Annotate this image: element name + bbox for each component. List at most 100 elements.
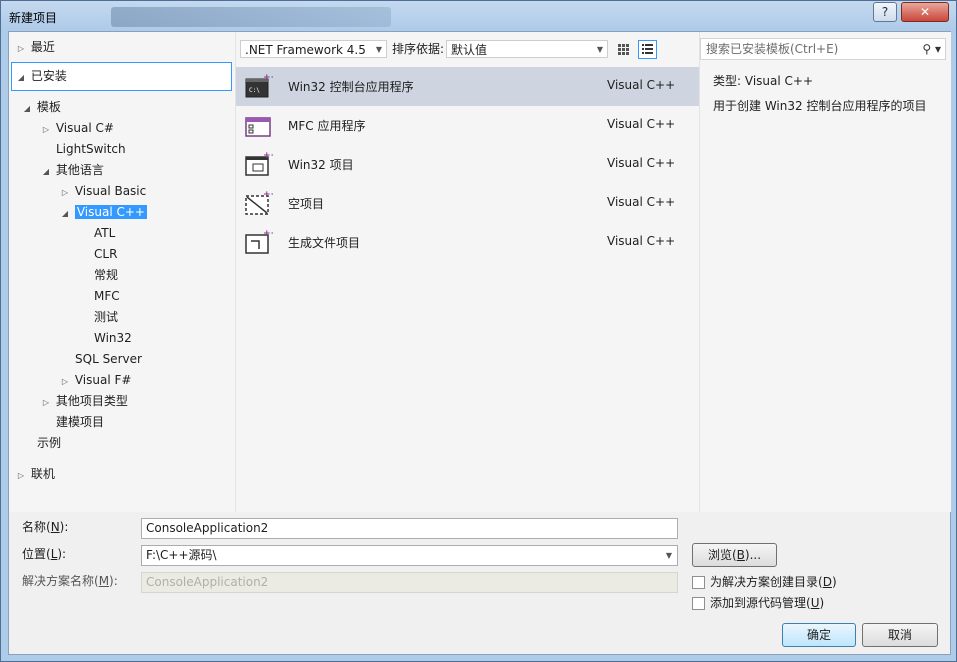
svg-text:++: ++ <box>263 229 273 239</box>
collapse-icon: ◢ <box>42 167 50 176</box>
close-button[interactable]: ✕ <box>901 2 949 22</box>
tree-item-samples[interactable]: 示例 <box>37 433 61 453</box>
svg-text:++: ++ <box>263 73 273 83</box>
tree-label: SQL Server <box>75 352 142 366</box>
tree-label-selected: Visual C++ <box>74 205 147 219</box>
collapse-icon: ◢ <box>23 104 31 113</box>
svg-text:++: ++ <box>263 190 273 200</box>
template-tree: ▷ 最近 ◢ 已安装 ◢ 模板 ▷ Visual C# LightSwitch … <box>9 32 235 512</box>
location-value: F:\C++源码\ <box>146 548 217 562</box>
tree-item-templates[interactable]: ◢ 模板 <box>21 97 61 117</box>
tree-item-visual-fsharp[interactable]: ▷ Visual F# <box>59 370 132 390</box>
tree-item-installed[interactable]: ◢ 已安装 <box>11 62 232 91</box>
name-label: 名称(N): <box>22 520 69 534</box>
tree-item-recent[interactable]: ▷ 最近 <box>15 37 55 57</box>
template-row[interactable]: ++ 空项目 Visual C++ <box>236 184 699 223</box>
template-language: Visual C++ <box>607 195 676 209</box>
window-title: 新建项目 <box>9 11 58 25</box>
chevron-down-icon: ▼ <box>375 45 382 54</box>
help-button[interactable]: ? <box>873 2 897 22</box>
win32-project-icon: ++ <box>245 151 273 176</box>
template-row[interactable]: ++ 生成文件项目 Visual C++ <box>236 223 699 262</box>
expand-icon: ▷ <box>17 44 25 53</box>
new-project-dialog: 新建项目 ? ✕ ▷ 最近 ◢ 已安装 ◢ 模板 ▷ Visual C# Lig… <box>0 0 957 662</box>
framework-select[interactable]: .NET Framework 4.5 ▼ <box>240 40 387 58</box>
browse-button[interactable]: 浏览(B)... <box>692 543 777 567</box>
mfc-app-icon <box>245 117 271 137</box>
tree-label: CLR <box>94 247 118 261</box>
tree-item-clr[interactable]: CLR <box>94 244 117 264</box>
template-list-pane: .NET Framework 4.5▼ 排序依据: 默认值▼ C:\++ Win… <box>235 32 699 512</box>
tree-label: 其他语言 <box>55 163 104 177</box>
template-row[interactable]: MFC 应用程序 Visual C++ <box>236 106 699 145</box>
tree-label: 常规 <box>94 268 119 282</box>
project-form: 名称(N): ConsoleApplication2 位置(L): F:\C++… <box>9 513 950 654</box>
tree-item-win32[interactable]: Win32 <box>94 328 132 348</box>
tree-label: 已安装 <box>30 69 67 83</box>
tree-item-other-project-types[interactable]: ▷ 其他项目类型 <box>40 391 128 411</box>
tree-item-lightswitch[interactable]: LightSwitch <box>56 139 126 159</box>
tree-item-sql-server[interactable]: SQL Server <box>75 349 142 369</box>
tree-item-online[interactable]: ▷ 联机 <box>15 464 55 484</box>
grid-view-icon <box>618 44 629 55</box>
expand-icon: ▷ <box>42 398 50 407</box>
checkbox-box <box>692 576 705 589</box>
dialog-content: ▷ 最近 ◢ 已安装 ◢ 模板 ▷ Visual C# LightSwitch … <box>8 31 951 655</box>
console-app-icon: C:\++ <box>245 73 273 98</box>
tree-item-visual-cpp[interactable]: ◢ Visual C++ <box>59 202 147 222</box>
collapse-icon: ◢ <box>61 209 69 218</box>
location-label: 位置(L): <box>22 547 67 561</box>
add-to-source-control-checkbox[interactable]: 添加到源代码管理(U) <box>692 595 824 611</box>
tree-label: LightSwitch <box>56 142 126 156</box>
create-directory-checkbox[interactable]: 为解决方案创建目录(D) <box>692 574 837 590</box>
tree-label: Visual F# <box>74 373 132 387</box>
template-language: Visual C++ <box>607 117 676 131</box>
grid-view-button[interactable] <box>614 40 633 59</box>
title-bar: 新建项目 ? ✕ <box>1 1 956 31</box>
tree-item-general[interactable]: 常规 <box>94 265 118 285</box>
tree-item-visual-csharp[interactable]: ▷ Visual C# <box>40 118 114 138</box>
search-icon[interactable]: ⚲ ▾ <box>922 39 941 59</box>
template-list: C:\++ Win32 控制台应用程序 Visual C++ MFC 应用程序 … <box>236 67 699 262</box>
makefile-project-icon: ++ <box>245 229 273 254</box>
cancel-button[interactable]: 取消 <box>862 623 938 647</box>
type-info: 类型: Visual C++ <box>713 72 813 90</box>
template-row[interactable]: C:\++ Win32 控制台应用程序 Visual C++ <box>236 67 699 106</box>
name-field[interactable]: ConsoleApplication2 <box>141 518 678 539</box>
tree-item-other-languages[interactable]: ◢ 其他语言 <box>40 160 104 180</box>
tree-item-atl[interactable]: ATL <box>94 223 115 243</box>
template-name: Win32 控制台应用程序 <box>288 80 414 94</box>
collapse-icon: ◢ <box>17 73 25 82</box>
template-name: 空项目 <box>288 197 325 211</box>
location-field[interactable]: F:\C++源码\ ▼ <box>141 545 678 566</box>
expand-icon: ▷ <box>61 188 69 197</box>
template-language: Visual C++ <box>607 78 676 92</box>
template-description: 用于创建 Win32 控制台应用程序的项目 <box>713 99 927 113</box>
tree-item-visual-basic[interactable]: ▷ Visual Basic <box>59 181 146 201</box>
tree-label: 模板 <box>36 100 61 114</box>
tree-label: 示例 <box>37 436 62 450</box>
expand-icon: ▷ <box>42 125 50 134</box>
empty-project-icon: ++ <box>245 190 273 215</box>
svg-text:++: ++ <box>263 151 273 161</box>
tree-item-test[interactable]: 测试 <box>94 307 118 327</box>
template-name: 生成文件项目 <box>288 236 361 250</box>
ok-button[interactable]: 确定 <box>782 623 856 647</box>
template-language: Visual C++ <box>607 156 676 170</box>
list-view-button[interactable] <box>638 40 657 59</box>
chevron-down-icon: ▼ <box>596 45 603 54</box>
tree-item-mfc[interactable]: MFC <box>94 286 120 306</box>
template-language: Visual C++ <box>607 234 676 248</box>
search-input[interactable]: 搜索已安装模板(Ctrl+E) ⚲ ▾ <box>700 38 946 60</box>
template-row[interactable]: ++ Win32 项目 Visual C++ <box>236 145 699 184</box>
expand-icon: ▷ <box>61 377 69 386</box>
tree-label: 其他项目类型 <box>55 394 128 408</box>
tree-label: ATL <box>94 226 116 240</box>
sort-value: 默认值 <box>451 43 488 57</box>
tree-item-modeling-projects[interactable]: 建模项目 <box>56 412 104 432</box>
details-pane: 搜索已安装模板(Ctrl+E) ⚲ ▾ 类型: Visual C++ 用于创建 … <box>699 32 951 512</box>
tree-label: MFC <box>94 289 120 303</box>
sort-select[interactable]: 默认值 ▼ <box>446 40 608 58</box>
solution-name-label: 解决方案名称(M): <box>22 574 118 588</box>
chevron-down-icon[interactable]: ▼ <box>666 546 672 565</box>
